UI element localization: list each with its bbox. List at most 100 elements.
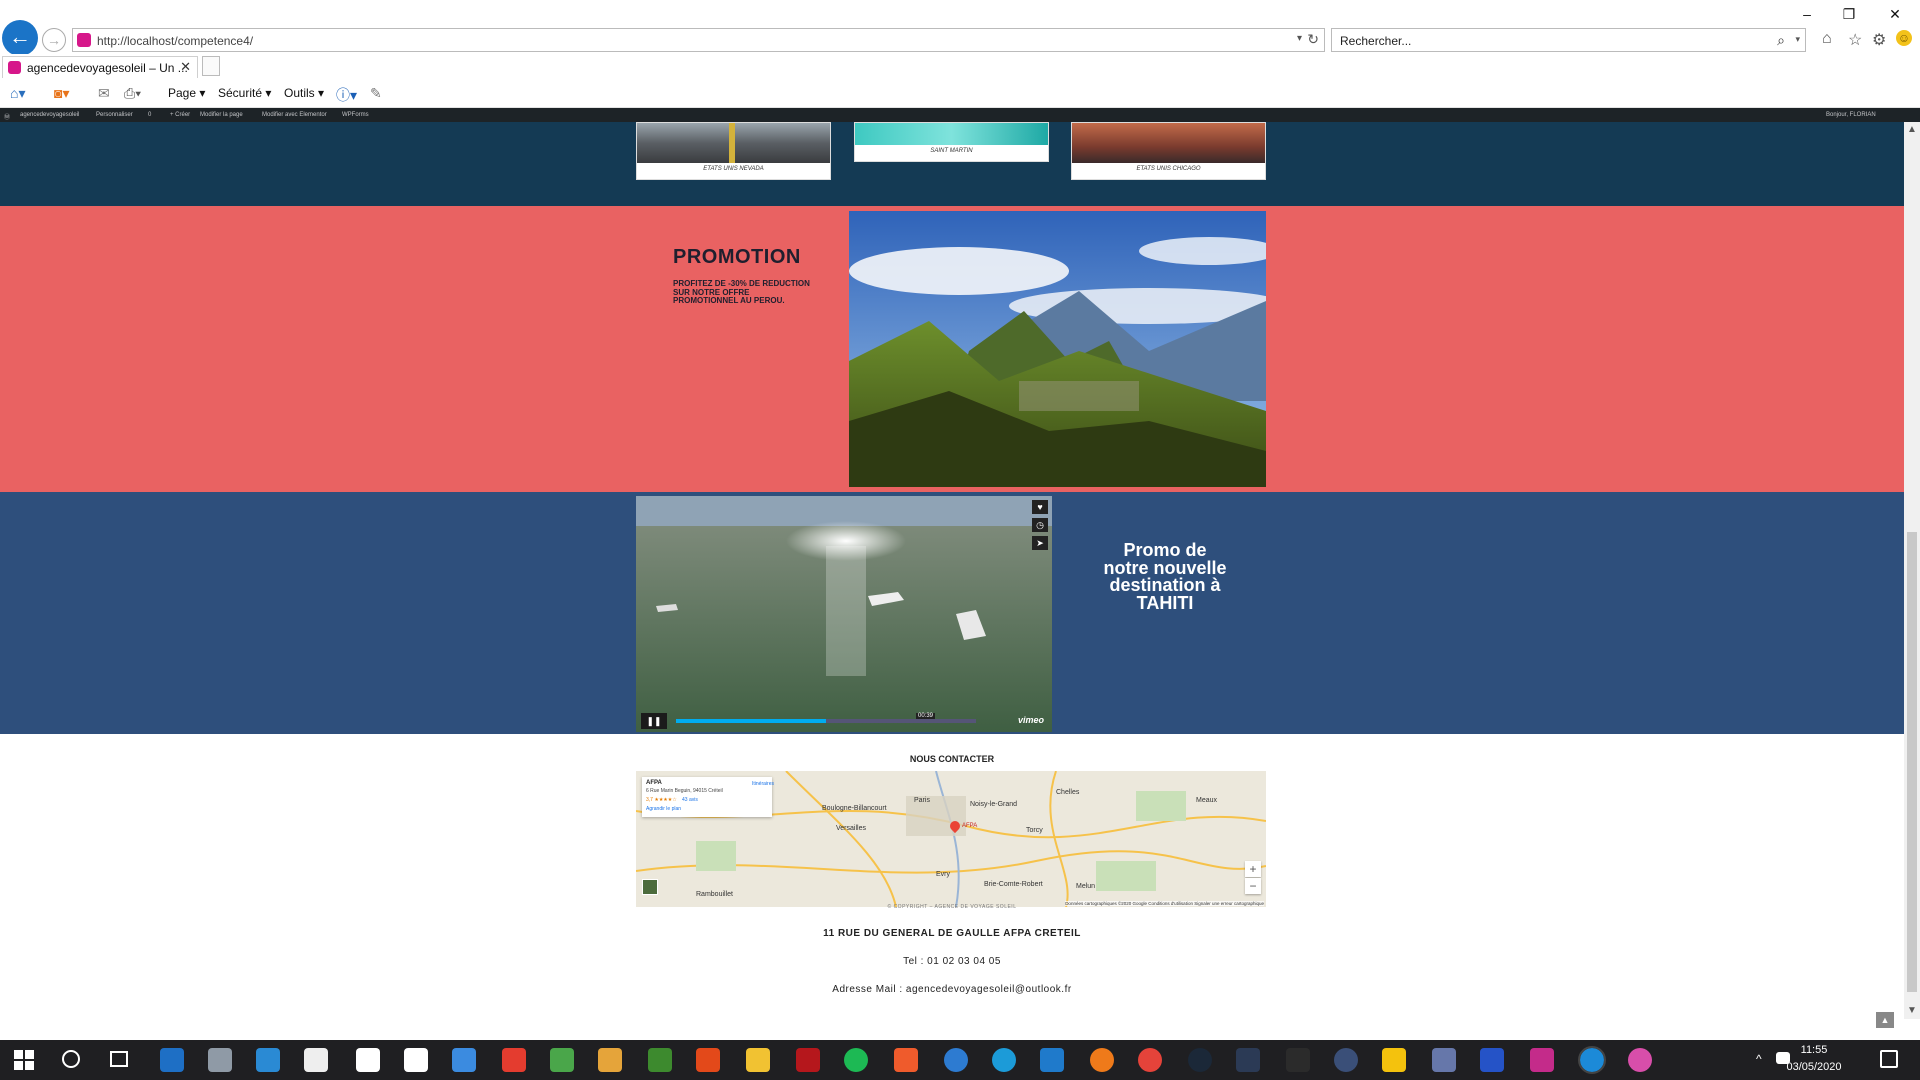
- forward-button[interactable]: →: [42, 28, 66, 52]
- wp-comments[interactable]: 0: [148, 112, 151, 118]
- notification-center-icon[interactable]: [1880, 1050, 1898, 1068]
- browser-titlebar: ← → http://localhost/competence4/ ▾ ↻ Re…: [0, 0, 1920, 56]
- cortana-search-icon[interactable]: [62, 1050, 80, 1068]
- map-pin-label: AFPA: [962, 823, 978, 829]
- wp-greeting[interactable]: Bonjour, FLORIAN: [1826, 112, 1876, 118]
- menu-page[interactable]: Page ▾: [168, 86, 205, 100]
- epic-games-icon[interactable]: [1286, 1048, 1310, 1072]
- destination-card[interactable]: ETATS UNIS NEVADA: [636, 122, 831, 180]
- minimize-button[interactable]: –: [1792, 6, 1822, 22]
- print-icon[interactable]: ⎙▾: [124, 85, 141, 102]
- file-explorer-icon[interactable]: [746, 1048, 770, 1072]
- restore-button[interactable]: ❐: [1834, 6, 1864, 23]
- scroll-thumb[interactable]: [1907, 532, 1917, 992]
- document-icon[interactable]: [356, 1048, 380, 1072]
- share-icon[interactable]: ➤: [1032, 536, 1048, 550]
- help-icon[interactable]: ⓘ▾: [336, 85, 357, 105]
- wp-customize[interactable]: Personnaliser: [96, 112, 133, 118]
- app-icon[interactable]: [1628, 1048, 1652, 1072]
- steam-icon[interactable]: [1188, 1048, 1212, 1072]
- new-tab-button[interactable]: [202, 56, 220, 76]
- map-zoom-out-button[interactable]: −: [1245, 878, 1261, 894]
- rockstar-icon[interactable]: [1382, 1048, 1406, 1072]
- back-to-top-button[interactable]: ▲: [1876, 1012, 1894, 1028]
- app-icon[interactable]: [502, 1048, 526, 1072]
- map-satellite-toggle[interactable]: [642, 879, 658, 895]
- scroll-up-arrow-icon[interactable]: ▲: [1904, 122, 1920, 138]
- address-url[interactable]: http://localhost/competence4/: [97, 34, 253, 48]
- home-cmd-icon[interactable]: ⌂▾: [10, 85, 25, 102]
- destination-card[interactable]: ETATS UNIS CHICAGO: [1071, 122, 1266, 180]
- app-icon[interactable]: [208, 1048, 232, 1072]
- contact-address: 11 RUE DU GENERAL DE GAULLE AFPA CRETEIL: [823, 928, 1081, 939]
- search-dropdown-icon[interactable]: ▾: [1795, 34, 1800, 45]
- pause-button[interactable]: ❚❚: [641, 713, 667, 729]
- nvidia-icon[interactable]: [648, 1048, 672, 1072]
- home-icon[interactable]: ⌂: [1822, 30, 1832, 48]
- app-icon[interactable]: [1236, 1048, 1260, 1072]
- page-scrollbar[interactable]: ▲ ▼: [1904, 122, 1920, 1019]
- app-icon[interactable]: [1530, 1048, 1554, 1072]
- app-icon[interactable]: [452, 1048, 476, 1072]
- vscode-icon[interactable]: [1040, 1048, 1064, 1072]
- app-icon[interactable]: [894, 1048, 918, 1072]
- mail-icon[interactable]: ✉: [98, 85, 110, 102]
- clock-time[interactable]: 11:55: [1784, 1044, 1844, 1056]
- feedback-smile-icon[interactable]: ☺: [1896, 30, 1912, 46]
- app-icon[interactable]: [944, 1048, 968, 1072]
- research-icon[interactable]: ✎: [370, 85, 382, 102]
- wp-wpforms[interactable]: WPForms: [342, 112, 369, 118]
- internet-explorer-icon[interactable]: [1578, 1046, 1606, 1074]
- map-zoom-in-button[interactable]: +: [1245, 861, 1261, 877]
- close-window-button[interactable]: ✕: [1880, 6, 1910, 23]
- wp-new[interactable]: + Créer: [170, 112, 190, 118]
- vimeo-video-player[interactable]: ♥ ◷ ➤ ❚❚ 00:39 vimeo: [636, 496, 1052, 732]
- firefox-icon[interactable]: [1090, 1048, 1114, 1072]
- scroll-down-arrow-icon[interactable]: ▼: [1904, 1003, 1920, 1019]
- rss-feed-icon[interactable]: ◙▾: [54, 85, 69, 102]
- store-icon[interactable]: [304, 1048, 328, 1072]
- vimeo-logo[interactable]: vimeo: [1018, 715, 1044, 725]
- chrome-icon[interactable]: [1138, 1048, 1162, 1072]
- map-directions-link[interactable]: Itinéraires: [750, 781, 776, 787]
- tray-chevron-up-icon[interactable]: ^: [1756, 1052, 1762, 1066]
- video-progress-bar[interactable]: 00:39: [676, 713, 976, 723]
- windows-start-icon[interactable]: [14, 1050, 34, 1070]
- office-icon[interactable]: [696, 1048, 720, 1072]
- map-reviews-link[interactable]: 43 avis: [682, 797, 698, 803]
- media-player-icon[interactable]: [598, 1048, 622, 1072]
- app-icon[interactable]: [796, 1048, 820, 1072]
- gear-icon[interactable]: ⚙: [1872, 30, 1886, 50]
- app-icon[interactable]: [1480, 1048, 1504, 1072]
- address-bar[interactable]: http://localhost/competence4/ ▾ ↻: [72, 28, 1325, 52]
- wp-edit-elementor[interactable]: Modifier avec Elementor: [262, 112, 327, 118]
- google-map[interactable]: AFPA 6 Rue Marin Beguin, 94015 Créteil 3…: [636, 771, 1266, 907]
- tab-close-icon[interactable]: ✕: [180, 59, 191, 75]
- menu-security[interactable]: Sécurité ▾: [218, 86, 271, 100]
- like-heart-icon[interactable]: ♥: [1032, 500, 1048, 514]
- menu-tools[interactable]: Outils ▾: [284, 86, 324, 100]
- tab-active[interactable]: agencedevoyagesoleil – Un ... ✕: [2, 56, 198, 78]
- favorites-star-icon[interactable]: ☆: [1848, 30, 1862, 50]
- edge-icon[interactable]: [992, 1048, 1016, 1072]
- back-button[interactable]: ←: [2, 20, 38, 56]
- document-icon[interactable]: [404, 1048, 428, 1072]
- app-icon[interactable]: [256, 1048, 280, 1072]
- app-icon[interactable]: [1334, 1048, 1358, 1072]
- mail-app-icon[interactable]: [160, 1048, 184, 1072]
- map-enlarge-link[interactable]: Agrandir le plan: [646, 806, 681, 812]
- search-input[interactable]: Rechercher... ⌕ ▾: [1331, 28, 1806, 52]
- spotify-icon[interactable]: [844, 1048, 868, 1072]
- refresh-icon[interactable]: ↻: [1307, 31, 1319, 48]
- destination-card[interactable]: SAINT MARTIN: [854, 122, 1049, 162]
- wp-logo-icon[interactable]: Ⓦ: [4, 112, 10, 121]
- address-dropdown-icon[interactable]: ▾: [1297, 33, 1302, 44]
- task-view-icon[interactable]: [110, 1051, 128, 1067]
- app-icon[interactable]: [1432, 1048, 1456, 1072]
- wp-edit-page[interactable]: Modifier la page: [200, 112, 243, 118]
- search-icon[interactable]: ⌕: [1777, 32, 1785, 49]
- utorrent-icon[interactable]: [550, 1048, 574, 1072]
- wp-site-name[interactable]: agencedevoyagesoleil: [20, 112, 79, 118]
- clock-date[interactable]: 03/05/2020: [1784, 1061, 1844, 1073]
- watch-later-clock-icon[interactable]: ◷: [1032, 518, 1048, 532]
